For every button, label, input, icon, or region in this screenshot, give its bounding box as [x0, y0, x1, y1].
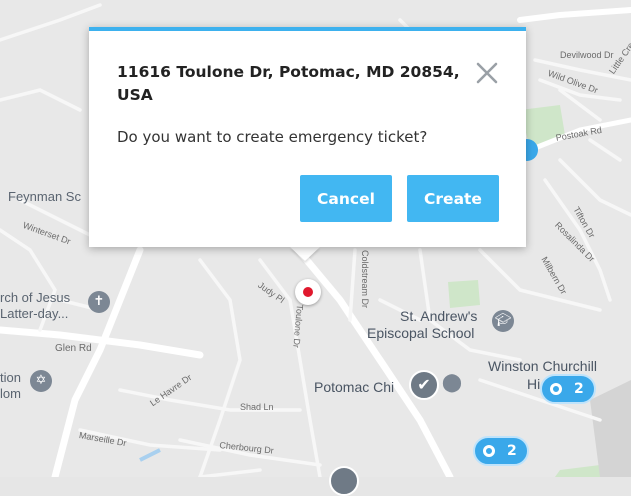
street-label: Devilwood Dr — [560, 50, 614, 60]
synagogue-icon: ✡ — [30, 370, 52, 392]
poi-label-temple: tion — [0, 370, 21, 385]
popup-arrow — [290, 247, 320, 261]
cluster-ring-icon — [550, 383, 562, 395]
street-label: Glen Rd — [55, 343, 92, 354]
popup-question: Do you want to create emergency ticket? — [117, 128, 428, 146]
poi-label-feynman: Feynman Sc — [8, 189, 81, 204]
poi-label-churchill: Winston Churchill — [488, 358, 597, 374]
check-badge-icon[interactable]: ✔ — [409, 370, 439, 400]
emergency-ticket-popup: 11616 Toulone Dr, Potomac, MD 20854, USA… — [89, 27, 526, 247]
poi-label-churchill-2: Hi — [527, 376, 541, 392]
popup-address: 11616 Toulone Dr, Potomac, MD 20854, USA — [117, 63, 460, 104]
poi-label-church: rch of Jesus — [0, 290, 71, 305]
poi-label-temple-2: lom — [0, 386, 21, 401]
close-icon[interactable] — [475, 61, 499, 85]
location-pin-icon[interactable] — [295, 279, 321, 305]
cluster-marker[interactable]: 2 — [473, 436, 529, 466]
cluster-count: 2 — [574, 381, 584, 397]
cluster-count: 2 — [507, 443, 517, 459]
pin-dot — [303, 287, 313, 297]
street-label: Coldstream Dr — [360, 250, 370, 309]
poi-label-church-2: Latter-day... — [0, 306, 69, 321]
cluster-ring-icon — [483, 445, 495, 457]
place-marker-icon: ⬤ — [441, 372, 463, 393]
create-button[interactable]: Create — [407, 175, 499, 222]
map-badge-icon[interactable] — [329, 466, 359, 496]
cancel-button[interactable]: Cancel — [300, 175, 392, 222]
church-icon: ✝ — [88, 291, 110, 313]
street-label: Shad Ln — [240, 402, 274, 412]
poi-label-potomac: Potomac Chi — [314, 379, 395, 395]
poi-label-st-andrews: St. Andrew's — [400, 308, 478, 324]
school-icon: 🎓︎ — [492, 310, 514, 332]
poi-label-st-andrews-2: Episcopal School — [367, 325, 475, 341]
cluster-marker[interactable]: 2 — [540, 374, 596, 404]
